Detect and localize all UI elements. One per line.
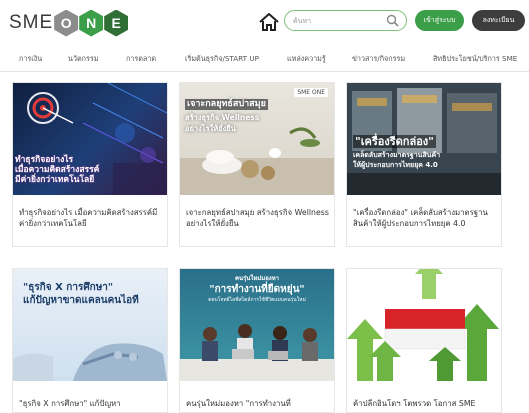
caption-line: เจาะกลยุทธ์สปาสมุย: [185, 99, 268, 110]
article-thumbnail[interactable]: ทำธุรกิจอย่างไร เมื่อความคิดสร้างสรรค์ ม…: [13, 83, 167, 195]
article-title[interactable]: เจาะกลยุทธ์สปาสมุย สร้างธุรกิจ Wellness …: [186, 207, 332, 229]
home-icon[interactable]: [258, 12, 280, 32]
caption-line: เมื่อความคิดสร้างสรรค์: [15, 165, 100, 175]
article-card[interactable]: ทำธุรกิจอย่างไร เมื่อความคิดสร้างสรรค์ ม…: [12, 82, 168, 247]
article-title[interactable]: "ธุรกิจ X การศึกษา" แก้ปัญหา: [19, 398, 165, 409]
logo-hex-n: N: [79, 9, 104, 37]
article-thumbnail[interactable]: "เครื่องรีดกล่อง" เคล็ดลับสร้างมาตรฐานสิ…: [347, 83, 501, 195]
nav-item-startup[interactable]: เริ่มต้นธุรกิจ/START UP: [185, 54, 259, 65]
search-input[interactable]: [293, 13, 383, 29]
register-button[interactable]: ลงทะเบียน: [472, 10, 525, 31]
login-button[interactable]: เข้าสู่ระบบ: [415, 10, 464, 31]
nav-item-news[interactable]: ข่าวสาร/กิจกรรม: [352, 54, 405, 65]
article-card[interactable]: ค้าปลีกอินโดฯ โตพรวด โอกาส SME: [346, 268, 502, 413]
logo-hex-e: E: [104, 9, 129, 37]
nav-item-marketing[interactable]: การตลาด: [126, 54, 156, 65]
caption-line: ให้ผู้ประกอบการไทยยุค 4.0: [353, 161, 438, 169]
article-card[interactable]: "เครื่องรีดกล่อง" เคล็ดลับสร้างมาตรฐานสิ…: [346, 82, 502, 247]
main-nav: การเงิน นวัตกรรม การตลาด เริ่มต้นธุรกิจ/…: [0, 50, 529, 72]
search-box: [284, 10, 407, 31]
caption-line: เคล็ดลับสร้างมาตรฐานสินค้า: [353, 151, 441, 159]
article-card[interactable]: คนรุ่นใหม่มองหา "การทำงานที่ยืดหยุ่น" ตอ…: [179, 268, 335, 413]
caption-line: "เครื่องรีดกล่อง": [353, 135, 436, 148]
thumbnail-caption: คนรุ่นใหม่มองหา "การทำงานที่ยืดหยุ่น" ตอ…: [180, 273, 334, 304]
article-card[interactable]: SME ONE เจาะกลยุทธ์สปาสมุย สร้างธุรกิจ W…: [179, 82, 335, 247]
caption-line: สร้างธุรกิจ Wellness: [185, 113, 260, 122]
caption-line: มีค่ายิ่งกว่าเทคโนโลยี: [15, 175, 95, 185]
nav-item-innovation[interactable]: นวัตกรรม: [68, 54, 98, 65]
thumbnail-caption: "ธุรกิจ X การศึกษา" แก้ปัญหาขาดแคลนคนไอท…: [23, 281, 139, 307]
article-thumbnail[interactable]: คนรุ่นใหม่มองหา "การทำงานที่ยืดหยุ่น" ตอ…: [180, 269, 334, 381]
caption-line: "ธุรกิจ X การศึกษา": [23, 282, 114, 293]
logo-hex-o: O: [54, 9, 79, 37]
indonesia-growth-illustration: [347, 269, 499, 381]
thumbnail-caption: "เครื่องรีดกล่อง" เคล็ดลับสร้างมาตรฐานสิ…: [353, 135, 440, 170]
nav-item-knowledge[interactable]: แหล่งความรู้: [287, 54, 326, 65]
caption-line: อย่างไรให้ยั่งยืน: [185, 124, 236, 133]
nav-item-benefits[interactable]: สิทธิประโยชน์/บริการ SME: [433, 54, 517, 65]
caption-line: แก้ปัญหาขาดแคลนคนไอที: [23, 295, 139, 306]
sme-one-logo[interactable]: SME O N E: [9, 9, 129, 37]
caption-line: ทำธุรกิจอย่างไร: [15, 155, 74, 165]
logo-sme-text: SME: [9, 12, 54, 33]
nav-item-finance[interactable]: การเงิน: [19, 54, 42, 65]
search-icon[interactable]: [386, 14, 399, 27]
caption-line: คนรุ่นใหม่มองหา: [234, 275, 280, 282]
article-thumbnail[interactable]: SME ONE เจาะกลยุทธ์สปาสมุย สร้างธุรกิจ W…: [180, 83, 334, 195]
sme-one-badge: SME ONE: [294, 88, 328, 97]
caption-line: ตอบโจทย์ไลฟ์สไตล์การใช้ชีวิตแบบคนรุ่นใหม…: [208, 297, 306, 303]
thumbnail-caption: เจาะกลยุทธ์สปาสมุย สร้างธุรกิจ Wellness …: [185, 99, 268, 134]
caption-line: "การทำงานที่ยืดหยุ่น": [209, 284, 305, 295]
header: SME O N E เข้าสู่ระบบ ลงทะเบียน: [0, 0, 529, 44]
article-thumbnail[interactable]: [347, 269, 501, 381]
article-card[interactable]: "ธุรกิจ X การศึกษา" แก้ปัญหาขาดแคลนคนไอท…: [12, 268, 168, 413]
article-title[interactable]: คนรุ่นใหม่มองหา "การทำงานที่: [186, 398, 332, 409]
article-thumbnail[interactable]: "ธุรกิจ X การศึกษา" แก้ปัญหาขาดแคลนคนไอท…: [13, 269, 167, 381]
thumbnail-caption: ทำธุรกิจอย่างไร เมื่อความคิดสร้างสรรค์ ม…: [15, 155, 99, 185]
article-title[interactable]: "เครื่องรีดกล่อง" เคล็ดลับสร้างมาตรฐานสิ…: [353, 207, 499, 229]
article-title[interactable]: ทำธุรกิจอย่างไร เมื่อความคิดสร้างสรรค์มี…: [19, 207, 165, 229]
article-title[interactable]: ค้าปลีกอินโดฯ โตพรวด โอกาส SME: [353, 398, 499, 409]
